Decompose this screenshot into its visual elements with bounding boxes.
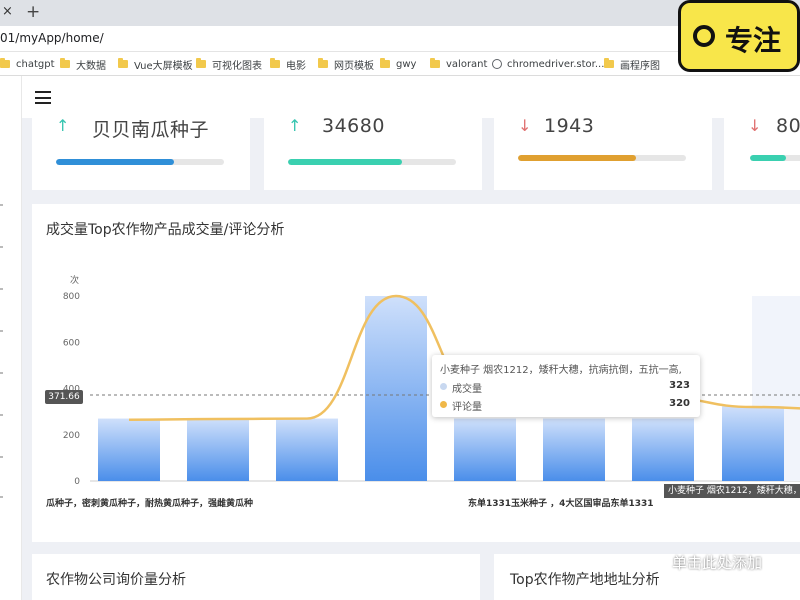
bar xyxy=(98,418,160,481)
y-tick-label: 0 xyxy=(74,477,80,487)
y-tick-label: 200 xyxy=(63,431,80,441)
bar xyxy=(722,406,784,481)
bar xyxy=(276,418,338,481)
bar xyxy=(365,296,427,481)
tooltip-label: 评论量 xyxy=(452,402,482,413)
bar xyxy=(543,418,605,481)
y-tick-label: 800 xyxy=(63,292,80,302)
series-dot-icon xyxy=(440,401,447,408)
x-axis-pointer-label: 小麦种子 烟农1212，矮秆大穗， xyxy=(664,484,800,498)
tooltip-row: 评论量 320 xyxy=(440,398,696,413)
bar xyxy=(454,418,516,481)
y-axis-unit: 次 xyxy=(70,274,79,286)
card-title: Top农作物产地地址分析 xyxy=(510,572,660,588)
x-axis-label: 瓜种子，密刺黄瓜种子，耐热黄瓜种子，强雌黄瓜种 xyxy=(46,499,254,509)
axis-pointer-label: 371.66 xyxy=(45,390,83,404)
tooltip-label: 成交量 xyxy=(452,384,482,395)
bar xyxy=(632,418,694,481)
x-axis-label: 东单1331玉米种子 ，4大区国审品东单1331 xyxy=(468,499,654,509)
y-tick-label: 600 xyxy=(63,338,80,348)
watermark-text: 单击此处添加 xyxy=(672,554,763,572)
chart-tooltip: 小麦种子 烟农1212，矮秆大穗，抗病抗倒，五抗一高, 成交量 323 评论量 … xyxy=(432,355,700,417)
series-dot-icon xyxy=(440,383,447,390)
tooltip-value: 323 xyxy=(669,380,690,391)
bar xyxy=(187,418,249,481)
bar-line-chart: 次0200400600800 xyxy=(63,274,800,487)
tooltip-row: 成交量 323 xyxy=(440,380,696,395)
tooltip-title: 小麦种子 烟农1212，矮秆大穗，抗病抗倒，五抗一高, xyxy=(440,365,682,376)
tooltip-value: 320 xyxy=(669,398,690,409)
inquiry-card: 农作物公司询价量分析 xyxy=(32,554,480,600)
card-title: 农作物公司询价量分析 xyxy=(46,572,186,588)
